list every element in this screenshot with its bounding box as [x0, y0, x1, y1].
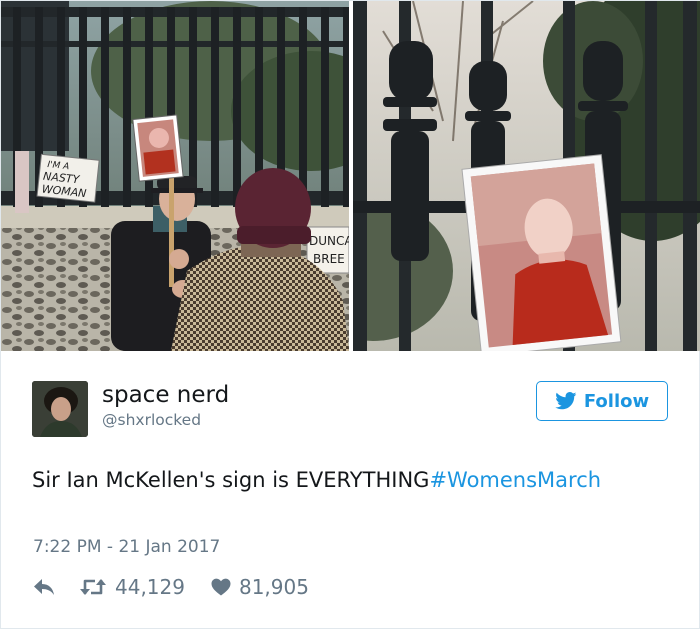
photo-right-scene — [353, 1, 700, 351]
tweet-text: Sir Ian McKellen's sign is EVERYTHING#Wo… — [32, 464, 632, 497]
tweet-actions: 44,129 81,905 — [33, 573, 309, 601]
retweet-count: 44,129 — [115, 575, 185, 599]
tweet-media[interactable]: I'M A NASTY WOMAN DUNCA BREE — [1, 1, 700, 351]
retweet-button[interactable]: 44,129 — [79, 575, 185, 599]
reply-button[interactable] — [33, 578, 55, 596]
like-count: 81,905 — [238, 575, 309, 599]
avatar[interactable] — [32, 381, 88, 437]
media-photo-right[interactable] — [353, 1, 700, 351]
user-handle[interactable]: @shxrlocked — [102, 410, 201, 430]
avatar-image — [32, 381, 88, 437]
follow-button-label: Follow — [583, 390, 650, 412]
twitter-bird-icon — [555, 392, 577, 410]
tweet-card: I'M A NASTY WOMAN DUNCA BREE space nerd … — [0, 0, 700, 629]
follow-button[interactable]: Follow — [536, 381, 668, 421]
display-name[interactable]: space nerd — [102, 381, 229, 409]
retweet-icon — [79, 577, 107, 597]
svg-text:BREE: BREE — [313, 252, 345, 266]
tweet-timestamp[interactable]: 7:22 PM - 21 Jan 2017 — [33, 535, 220, 559]
photo-left-scene: I'M A NASTY WOMAN DUNCA BREE — [1, 1, 349, 351]
svg-text:DUNCA: DUNCA — [309, 234, 349, 248]
hashtag-link[interactable]: #WomensMarch — [429, 468, 601, 492]
media-photo-left[interactable]: I'M A NASTY WOMAN DUNCA BREE — [1, 1, 349, 351]
reply-icon — [33, 578, 55, 596]
tweet-text-body: Sir Ian McKellen's sign is EVERYTHING — [32, 468, 430, 492]
like-button[interactable]: 81,905 — [211, 575, 309, 599]
heart-icon — [211, 578, 231, 596]
